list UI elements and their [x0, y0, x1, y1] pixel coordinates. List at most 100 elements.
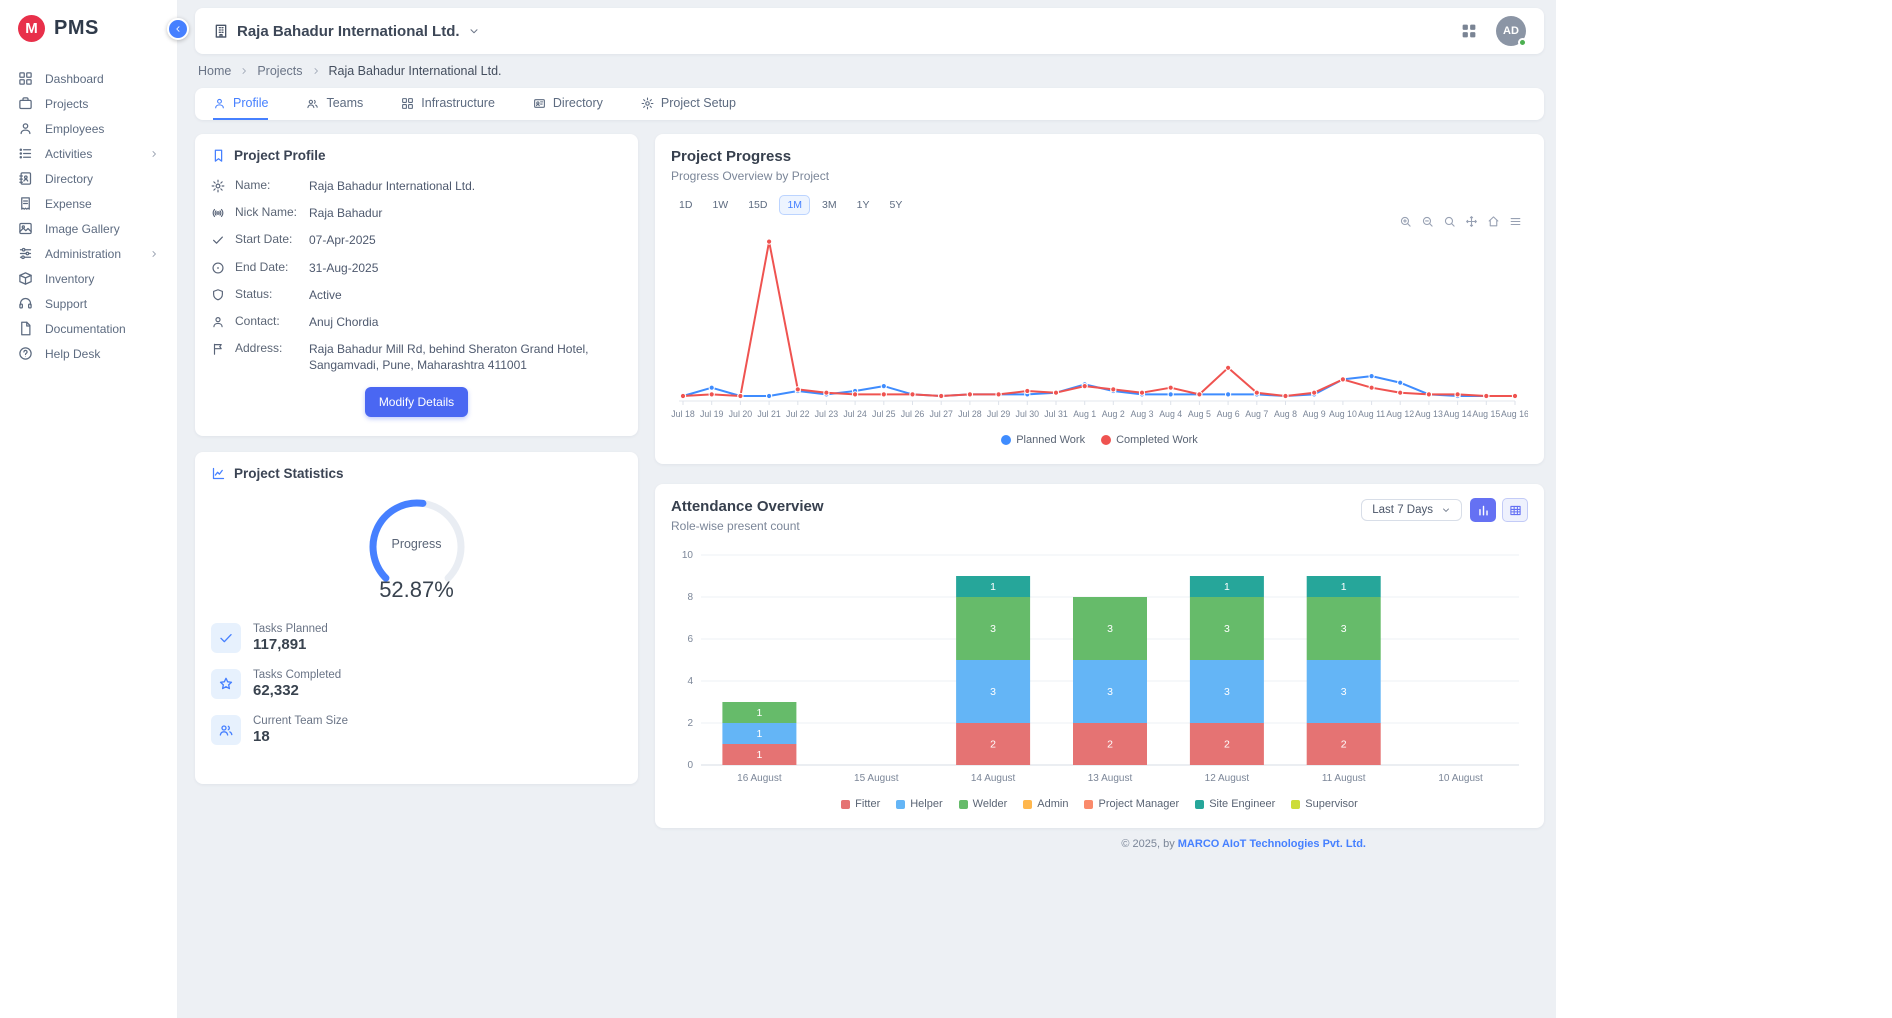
view-button-table-icon[interactable] [1502, 498, 1528, 522]
svg-text:6: 6 [687, 634, 693, 645]
progress-chart-legend: Planned Work Completed Work [671, 434, 1528, 446]
sidebar-item-employees[interactable]: Employees [0, 116, 177, 141]
menu-icon[interactable] [1509, 215, 1522, 228]
sidebar-item-documentation[interactable]: Documentation [0, 316, 177, 341]
projects-icon [18, 96, 33, 111]
administration-icon [18, 246, 33, 261]
legend-item-helper[interactable]: Helper [896, 798, 942, 810]
pan-icon[interactable] [1465, 215, 1478, 228]
sidebar-item-help-desk[interactable]: Help Desk [0, 341, 177, 366]
project-statistics-card: Project Statistics Progress 52.87% Tasks… [195, 452, 638, 784]
dashboard-icon [18, 71, 33, 86]
sidebar-item-label: Inventory [45, 272, 94, 286]
range-button-5y[interactable]: 5Y [881, 195, 910, 215]
breadcrumb-item-home[interactable]: Home [198, 64, 231, 78]
svg-text:13 August: 13 August [1088, 773, 1133, 784]
svg-text:12 August: 12 August [1205, 773, 1250, 784]
zoom-in-icon[interactable] [1399, 215, 1412, 228]
range-button-3m[interactable]: 3M [814, 195, 845, 215]
legend-item-admin[interactable]: Admin [1023, 798, 1068, 810]
chevron-left-icon [173, 24, 183, 34]
svg-text:Aug 10: Aug 10 [1329, 409, 1357, 419]
sidebar-item-label: Directory [45, 172, 93, 186]
field-label: Contact: [235, 314, 299, 328]
view-toggle [1470, 498, 1528, 522]
company-selector[interactable]: Raja Bahadur International Ltd. [213, 23, 480, 40]
svg-text:Aug 2: Aug 2 [1102, 409, 1125, 419]
sidebar-item-inventory[interactable]: Inventory [0, 266, 177, 291]
svg-text:Jul 29: Jul 29 [987, 409, 1011, 419]
stat-tasks-completed: Tasks Completed 62,332 [211, 669, 622, 699]
directory-icon [18, 171, 33, 186]
app-name: PMS [54, 17, 99, 40]
view-button-bar-chart-icon[interactable] [1470, 498, 1496, 522]
svg-text:Aug 1: Aug 1 [1073, 409, 1096, 419]
sidebar-item-label: Projects [45, 97, 88, 111]
team-icon [218, 722, 234, 738]
range-button-15d[interactable]: 15D [740, 195, 775, 215]
selection-zoom-icon[interactable] [1443, 215, 1456, 228]
legend-item-project-manager[interactable]: Project Manager [1084, 798, 1179, 810]
users-icon [306, 97, 319, 110]
footer-link[interactable]: MARCO AIoT Technologies Pvt. Ltd. [1178, 838, 1366, 850]
tab-profile[interactable]: Profile [213, 88, 268, 120]
legend-item-supervisor[interactable]: Supervisor [1291, 798, 1358, 810]
range-button-1w[interactable]: 1W [704, 195, 736, 215]
svg-text:4: 4 [687, 676, 693, 687]
app-logo[interactable]: M PMS [0, 0, 177, 52]
range-button-1m[interactable]: 1M [779, 195, 810, 215]
legend-label: Helper [910, 798, 942, 810]
field-value: Active [309, 287, 342, 303]
zoom-out-icon[interactable] [1421, 215, 1434, 228]
range-button-1d[interactable]: 1D [671, 195, 700, 215]
attendance-range-select[interactable]: Last 7 Days [1361, 499, 1462, 521]
sidebar-item-directory[interactable]: Directory [0, 166, 177, 191]
legend-item-site-engineer[interactable]: Site Engineer [1195, 798, 1275, 810]
sidebar-item-projects[interactable]: Projects [0, 91, 177, 116]
svg-text:3: 3 [1224, 686, 1230, 698]
sidebar-item-dashboard[interactable]: Dashboard [0, 66, 177, 91]
tab-infrastructure[interactable]: Infrastructure [401, 88, 495, 120]
tab-directory[interactable]: Directory [533, 88, 603, 120]
breadcrumb-item-projects[interactable]: Projects [257, 64, 302, 78]
legend-dot [1101, 435, 1111, 445]
legend-item-completed-work[interactable]: Completed Work [1101, 434, 1198, 446]
reset-zoom-icon[interactable] [1487, 215, 1500, 228]
modify-details-button[interactable]: Modify Details [365, 387, 468, 417]
attendance-bar-chart-canvas[interactable]: 024681016 August11115 August14 August233… [671, 547, 1528, 796]
legend-item-welder[interactable]: Welder [959, 798, 1008, 810]
sidebar-item-support[interactable]: Support [0, 291, 177, 316]
legend-swatch [841, 800, 850, 809]
attendance-range-value: Last 7 Days [1372, 504, 1433, 516]
profile-field-end-date-: End Date: 31-Aug-2025 [211, 260, 622, 276]
stat-label: Tasks Completed [253, 669, 341, 681]
profile-field-start-date-: Start Date: 07-Apr-2025 [211, 232, 622, 248]
inventory-icon [18, 271, 33, 286]
sidebar-item-activities[interactable]: Activities [0, 141, 177, 166]
range-button-1y[interactable]: 1Y [849, 195, 878, 215]
legend-item-planned-work[interactable]: Planned Work [1001, 434, 1085, 446]
svg-text:15 August: 15 August [854, 773, 899, 784]
svg-text:Jul 27: Jul 27 [929, 409, 953, 419]
id-card-icon [533, 97, 546, 110]
field-value: Anuj Chordia [309, 314, 378, 330]
sidebar-item-image-gallery[interactable]: Image Gallery [0, 216, 177, 241]
sidebar-item-label: Image Gallery [45, 222, 120, 236]
apps-grid-icon[interactable] [1460, 22, 1478, 40]
progress-line-chart-canvas[interactable]: Jul 18Jul 19Jul 20Jul 21Jul 22Jul 23Jul … [671, 219, 1528, 432]
online-status-dot [1518, 38, 1527, 47]
svg-text:Aug 4: Aug 4 [1159, 409, 1182, 419]
tab-teams[interactable]: Teams [306, 88, 363, 120]
attendance-chart-legend: Fitter Helper Welder Admin Project Manag… [671, 798, 1528, 810]
attendance-chart-subtitle: Role-wise present count [671, 519, 824, 533]
svg-text:Jul 25: Jul 25 [872, 409, 896, 419]
legend-item-fitter[interactable]: Fitter [841, 798, 880, 810]
activities-icon [18, 146, 33, 161]
sidebar-item-administration[interactable]: Administration [0, 241, 177, 266]
avatar[interactable]: AD [1496, 16, 1526, 46]
sidebar-collapse-button[interactable] [167, 18, 189, 40]
tab-project-setup[interactable]: Project Setup [641, 88, 736, 120]
svg-text:Aug 7: Aug 7 [1245, 409, 1268, 419]
svg-text:Jul 21: Jul 21 [757, 409, 781, 419]
sidebar-item-expense[interactable]: Expense [0, 191, 177, 216]
